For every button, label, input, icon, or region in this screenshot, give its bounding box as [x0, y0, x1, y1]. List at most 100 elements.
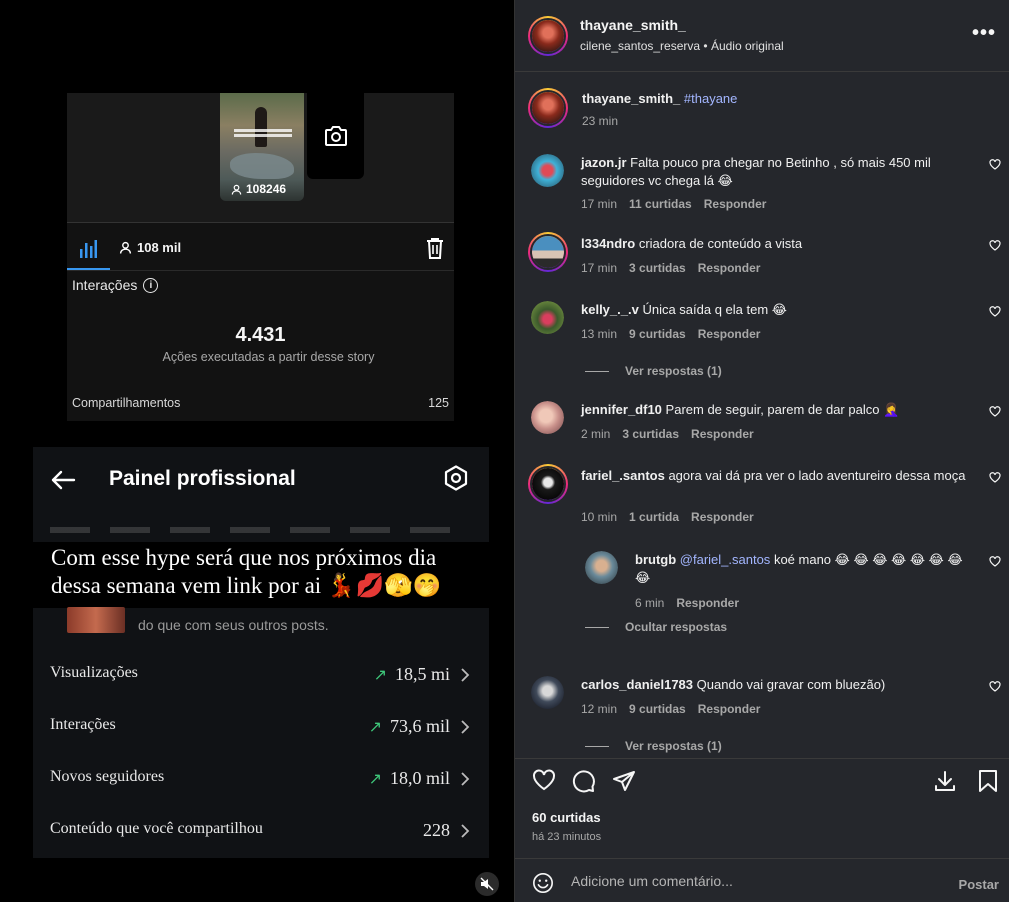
caption-hashtag[interactable]: #thayane — [684, 91, 738, 106]
comment-username[interactable]: jennifer_df10 — [581, 402, 662, 417]
reply-button[interactable]: Responder — [676, 596, 739, 610]
professional-dashboard-screenshot: Painel profissional Com esse hype será q… — [33, 447, 489, 858]
comment-text: Parem de seguir, parem de dar palco 🤦‍♀️ — [665, 402, 900, 417]
comment-mention[interactable]: @fariel_.santos — [680, 552, 771, 567]
people-icon — [119, 241, 132, 254]
comment-username[interactable]: jazon.jr — [581, 155, 627, 170]
comment-reply: brutgb @fariel_.santos koé mano 😂 😂 😂 😂 … — [515, 551, 1009, 634]
person-icon — [231, 184, 242, 195]
author-avatar[interactable] — [528, 16, 568, 56]
post-comment-button[interactable]: Postar — [959, 877, 999, 892]
interactions-heading: Interações i — [72, 277, 159, 293]
emoji-icon[interactable] — [532, 872, 554, 894]
commenter-avatar[interactable] — [585, 551, 618, 584]
metric-value: 18,5 mi — [394, 664, 450, 684]
reach-tab: 108 mil — [119, 240, 181, 255]
metric-value: 73,6 mil — [389, 716, 450, 736]
post-timestamp: há 23 minutos — [532, 831, 602, 843]
commenter-avatar[interactable] — [531, 301, 564, 334]
commenter-avatar[interactable] — [528, 232, 568, 272]
download-icon[interactable] — [933, 769, 957, 793]
metric-row-shared-content: Conteúdo que você compartilhou 228 — [50, 820, 470, 844]
post-details-panel: thayane_smith_ cilene_santos_reserva • Á… — [514, 0, 1009, 902]
muted-speaker-icon — [480, 877, 494, 891]
chevron-right-icon — [461, 720, 470, 734]
audio-source[interactable]: cilene_santos_reserva • Áudio original — [580, 39, 784, 53]
story-views-value: 108246 — [246, 182, 287, 196]
bookmark-icon[interactable] — [978, 769, 998, 793]
comment-time: 12 min — [581, 702, 618, 716]
likes-count[interactable]: 60 curtidas — [532, 810, 601, 825]
metric-row-views: Visualizações ↗ 18,5 mi — [50, 664, 470, 688]
like-icon[interactable] — [532, 769, 556, 791]
comment-username[interactable]: fariel_.santos — [581, 468, 665, 483]
caption-author-avatar[interactable] — [528, 88, 568, 128]
metric-value: 228 — [423, 820, 450, 840]
heart-icon[interactable] — [989, 159, 1001, 170]
commenter-avatar[interactable] — [531, 676, 564, 709]
comment-likes[interactable]: 3 curtidas — [629, 261, 686, 275]
reply-button[interactable]: Responder — [698, 261, 761, 275]
heart-icon[interactable] — [989, 472, 1001, 483]
comment-composer: Postar — [515, 858, 1009, 902]
trash-icon — [427, 238, 443, 259]
comment-likes[interactable]: 1 curtida — [629, 510, 679, 524]
reply-button[interactable]: Responder — [691, 427, 754, 441]
comment-text: Quando vai gravar com bluezão) — [696, 677, 886, 692]
heart-icon[interactable] — [989, 681, 1001, 692]
interactions-total: 4.431 — [235, 324, 286, 346]
comment-item: kelly_._.v Única saída q ela tem 😂 13 mi… — [515, 301, 1009, 381]
comment-item: carlos_daniel1783 Quando vai gravar com … — [515, 676, 1009, 756]
commenter-avatar[interactable] — [528, 464, 568, 504]
comment-time: 10 min — [581, 510, 618, 524]
active-tab-indicator — [67, 268, 110, 270]
commenter-avatar[interactable] — [531, 154, 564, 187]
metric-row-new-followers: Novos seguidores ↗ 18,0 mil — [50, 768, 470, 792]
mute-toggle-button[interactable] — [475, 872, 499, 896]
story-views-count: 108246 — [231, 182, 286, 196]
comment-item: l334ndro criadora de conteúdo a vista 17… — [515, 232, 1009, 295]
reply-button[interactable]: Responder — [704, 197, 767, 211]
heart-icon[interactable] — [989, 556, 1001, 567]
comment-time: 17 min — [581, 197, 618, 211]
back-arrow-icon — [51, 470, 76, 490]
author-username[interactable]: thayane_smith_ — [580, 17, 686, 33]
caption-username[interactable]: thayane_smith_ — [582, 91, 680, 106]
reply-button[interactable]: Responder — [698, 702, 761, 716]
comments-list: thayane_smith_ #thayane 23 min jazon.jr … — [515, 72, 1009, 758]
commenter-avatar[interactable] — [531, 401, 564, 434]
comment-time: 6 min — [635, 596, 665, 610]
comment-item: jennifer_df10 Parem de seguir, parem de … — [515, 401, 1009, 461]
trend-up-icon: ↗ — [368, 717, 382, 736]
trend-up-icon: ↗ — [368, 769, 382, 788]
post-thumbnail — [67, 607, 125, 633]
more-options-icon[interactable]: ••• — [972, 22, 996, 45]
metric-label: Novos seguidores — [50, 768, 165, 785]
reply-button[interactable]: Responder — [691, 510, 754, 524]
chevron-right-icon — [461, 772, 470, 786]
heart-icon[interactable] — [989, 406, 1001, 417]
reply-button[interactable]: Responder — [698, 327, 761, 341]
view-replies-button[interactable]: Ver respostas (1) — [585, 364, 722, 378]
heart-icon[interactable] — [989, 306, 1001, 317]
comment-likes[interactable]: 11 curtidas — [629, 197, 692, 211]
comment-item: fariel_.santos agora vai dá pra ver o la… — [515, 464, 1009, 527]
comment-username[interactable]: kelly_._.v — [581, 302, 639, 317]
heart-icon[interactable] — [989, 240, 1001, 251]
comment-likes[interactable]: 9 curtidas — [629, 702, 686, 716]
comment-likes[interactable]: 9 curtidas — [629, 327, 686, 341]
story-overlay-caption: Com esse hype será que nos próximos dia … — [33, 542, 489, 608]
view-replies-button[interactable]: Ver respostas (1) — [585, 739, 722, 753]
chevron-right-icon — [461, 668, 470, 682]
comment-username[interactable]: carlos_daniel1783 — [581, 677, 693, 692]
comment-username[interactable]: l334ndro — [581, 236, 635, 251]
comment-username[interactable]: brutgb — [635, 552, 676, 567]
obscured-text-line — [50, 527, 470, 533]
gear-icon — [444, 465, 468, 491]
comment-icon[interactable] — [572, 769, 596, 793]
comment-likes[interactable]: 3 curtidas — [622, 427, 679, 441]
share-icon[interactable] — [612, 769, 636, 793]
insights-tabs: 108 mil — [67, 231, 454, 271]
comment-input[interactable] — [571, 869, 931, 893]
hide-replies-button[interactable]: Ocultar respostas — [585, 620, 727, 634]
